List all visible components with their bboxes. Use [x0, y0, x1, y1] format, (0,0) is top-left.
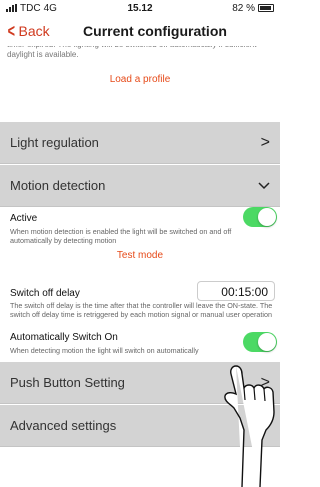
intro-note: timer expired. The lighting will be swit…	[7, 46, 256, 59]
chevron-down-icon	[258, 177, 270, 195]
section-motion-detection[interactable]: Motion detection	[0, 165, 280, 207]
section-label: Light regulation	[10, 135, 99, 150]
switch-off-delay-description: The switch off delay is the time after t…	[10, 301, 273, 319]
section-light-regulation[interactable]: Light regulation >	[0, 122, 280, 164]
switch-off-delay-field[interactable]: 00:15:00	[197, 281, 275, 301]
hand-pointer-icon	[224, 365, 275, 487]
back-label: Back	[18, 23, 50, 39]
status-left: TDC 4G	[6, 3, 96, 14]
status-bar: TDC 4G 15.12 82 %	[0, 0, 280, 16]
nav-bar: < Back Current configuration	[0, 16, 280, 46]
switch-off-delay-label: Switch off delay	[10, 288, 80, 299]
carrier-label: TDC	[20, 2, 41, 14]
chevron-right-icon: >	[260, 133, 270, 151]
active-description: When motion detection is enabled the lig…	[10, 227, 232, 245]
active-toggle[interactable]	[243, 207, 277, 227]
section-label: Motion detection	[10, 178, 106, 193]
chevron-left-icon: <	[7, 20, 15, 41]
network-label: 4G	[43, 2, 57, 14]
back-button[interactable]: < Back	[0, 21, 70, 42]
active-label: Active	[10, 213, 38, 224]
auto-switch-on-label: Automatically Switch On	[10, 332, 118, 343]
page-title: Current configuration	[83, 23, 227, 39]
load-profile-link[interactable]: Load a profile	[0, 74, 280, 85]
battery-icon	[258, 4, 274, 12]
auto-switch-on-description: When detecting motion the light will swi…	[10, 346, 199, 355]
battery-percent: 82 %	[232, 2, 255, 14]
test-mode-link[interactable]: Test mode	[0, 250, 280, 261]
signal-icon	[6, 4, 17, 12]
status-right: 82 %	[184, 3, 274, 14]
toggle-knob	[258, 208, 276, 226]
status-time: 15.12	[127, 2, 153, 14]
